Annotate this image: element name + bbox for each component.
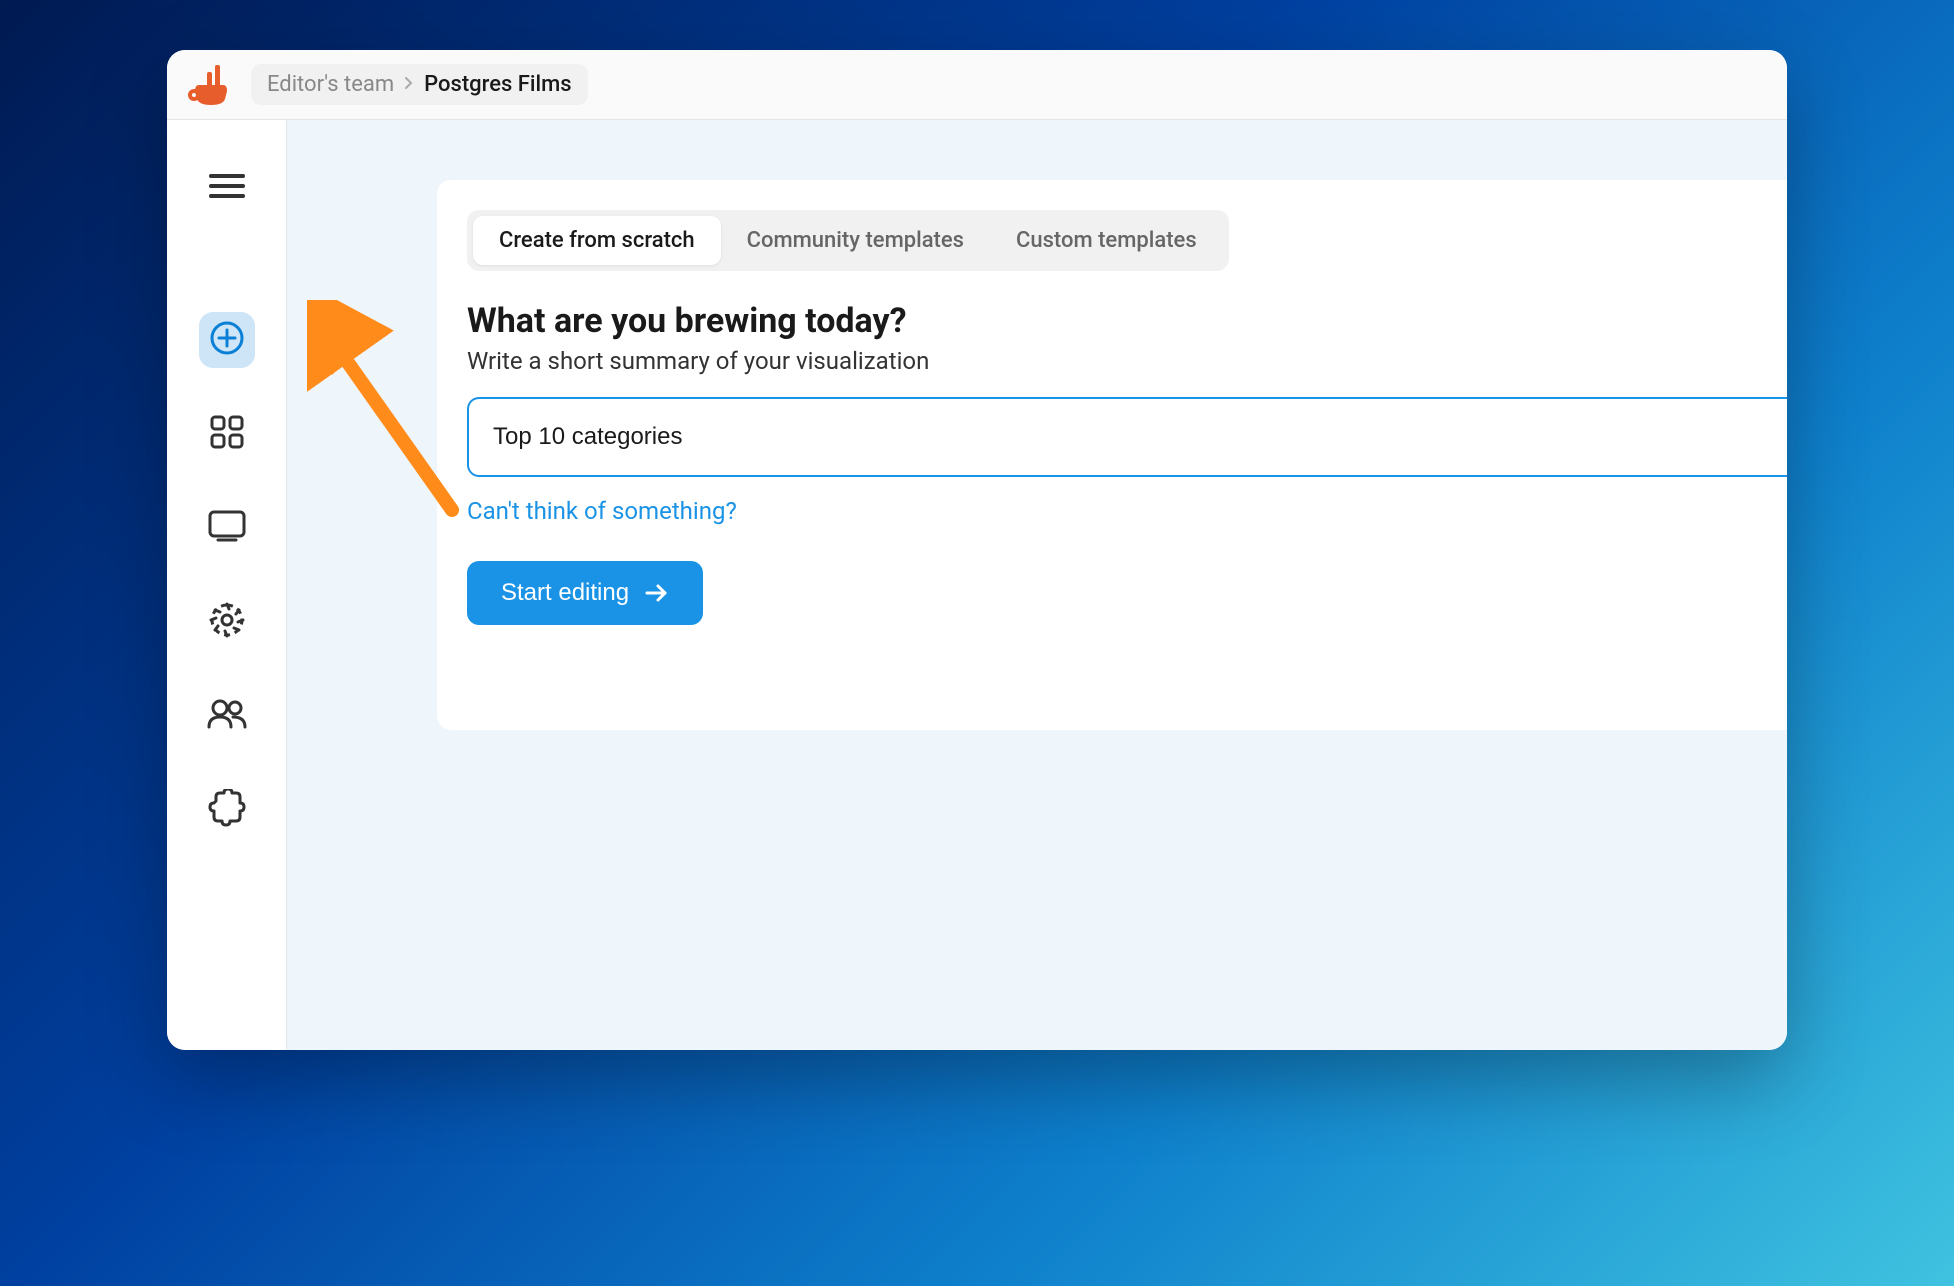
- summary-input[interactable]: [467, 397, 1787, 477]
- arrow-right-icon: [645, 583, 669, 603]
- start-editing-button[interactable]: Start editing: [467, 561, 703, 625]
- puzzle-icon: [208, 789, 246, 831]
- app-window: Editor's team Postgres Films: [167, 50, 1787, 1050]
- main-area: Create from scratch Community templates …: [287, 120, 1787, 1050]
- plus-circle-icon: [209, 320, 245, 360]
- sidebar-item-settings[interactable]: [199, 594, 255, 650]
- sidebar: [167, 120, 287, 1050]
- breadcrumb: Editor's team Postgres Films: [251, 64, 588, 105]
- start-editing-label: Start editing: [501, 579, 629, 607]
- tab-custom-templates[interactable]: Custom templates: [990, 216, 1223, 265]
- gear-icon: [209, 602, 245, 642]
- sidebar-item-apps[interactable]: [199, 406, 255, 462]
- form-subheading: Write a short summary of your visualizat…: [467, 347, 1787, 375]
- grid-icon: [210, 415, 244, 453]
- tab-create-from-scratch[interactable]: Create from scratch: [473, 216, 721, 265]
- helper-link[interactable]: Can't think of something?: [467, 497, 1787, 525]
- tab-bar: Create from scratch Community templates …: [467, 210, 1229, 271]
- breadcrumb-project[interactable]: Postgres Films: [424, 72, 571, 97]
- menu-icon: [209, 172, 245, 204]
- header: Editor's team Postgres Films: [167, 50, 1787, 120]
- sidebar-item-users[interactable]: [199, 688, 255, 744]
- form-heading: What are you brewing today?: [467, 301, 1787, 341]
- sidebar-item-display[interactable]: [199, 500, 255, 556]
- create-card: Create from scratch Community templates …: [437, 180, 1787, 730]
- body: Create from scratch Community templates …: [167, 120, 1787, 1050]
- app-logo[interactable]: [187, 65, 233, 105]
- users-icon: [207, 699, 247, 733]
- sidebar-item-menu[interactable]: [199, 160, 255, 216]
- sidebar-item-integrations[interactable]: [199, 782, 255, 838]
- sidebar-item-add[interactable]: [199, 312, 255, 368]
- breadcrumb-team[interactable]: Editor's team: [267, 72, 394, 97]
- display-icon: [208, 510, 246, 546]
- tab-community-templates[interactable]: Community templates: [721, 216, 990, 265]
- chevron-right-icon: [404, 75, 414, 94]
